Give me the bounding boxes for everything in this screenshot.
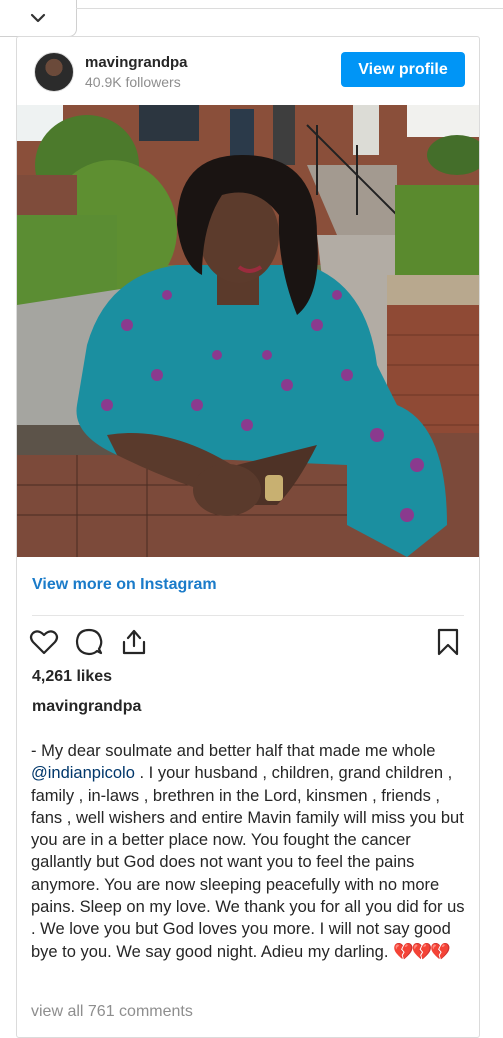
view-profile-button[interactable]: View profile [341,52,465,87]
share-icon[interactable] [119,627,149,657]
caption-text: - My dear soulmate and better half that … [31,742,436,760]
username[interactable]: mavingrandpa [85,54,188,71]
instagram-embed-card: mavingrandpa 40.9K followers View profil… [16,36,480,1038]
post-header: mavingrandpa 40.9K followers View profil… [17,37,479,105]
bookmark-icon[interactable] [433,627,463,657]
mention-link[interactable]: @indianpicolo [31,764,135,782]
chevron-down-icon [30,13,46,23]
post-caption: - My dear soulmate and better half that … [31,740,467,963]
caption-author[interactable]: mavingrandpa [32,698,141,716]
like-count[interactable]: 4,261 likes [32,668,112,686]
view-more-link[interactable]: View more on Instagram [32,576,217,594]
divider [32,615,464,616]
collapse-toggle[interactable] [0,0,77,37]
comment-icon[interactable] [74,627,104,657]
broken-heart-emoji: 💔💔💔 [393,942,451,961]
follower-count: 40.9K followers [85,74,181,90]
top-divider [76,8,503,9]
view-comments-link[interactable]: view all 761 comments [31,1003,193,1021]
avatar[interactable] [34,52,74,92]
caption-text-continued: . I your husband , children, grand child… [31,764,465,961]
heart-icon[interactable] [29,627,59,657]
post-image [17,105,479,557]
action-bar [17,623,479,663]
post-photo[interactable] [17,105,479,557]
